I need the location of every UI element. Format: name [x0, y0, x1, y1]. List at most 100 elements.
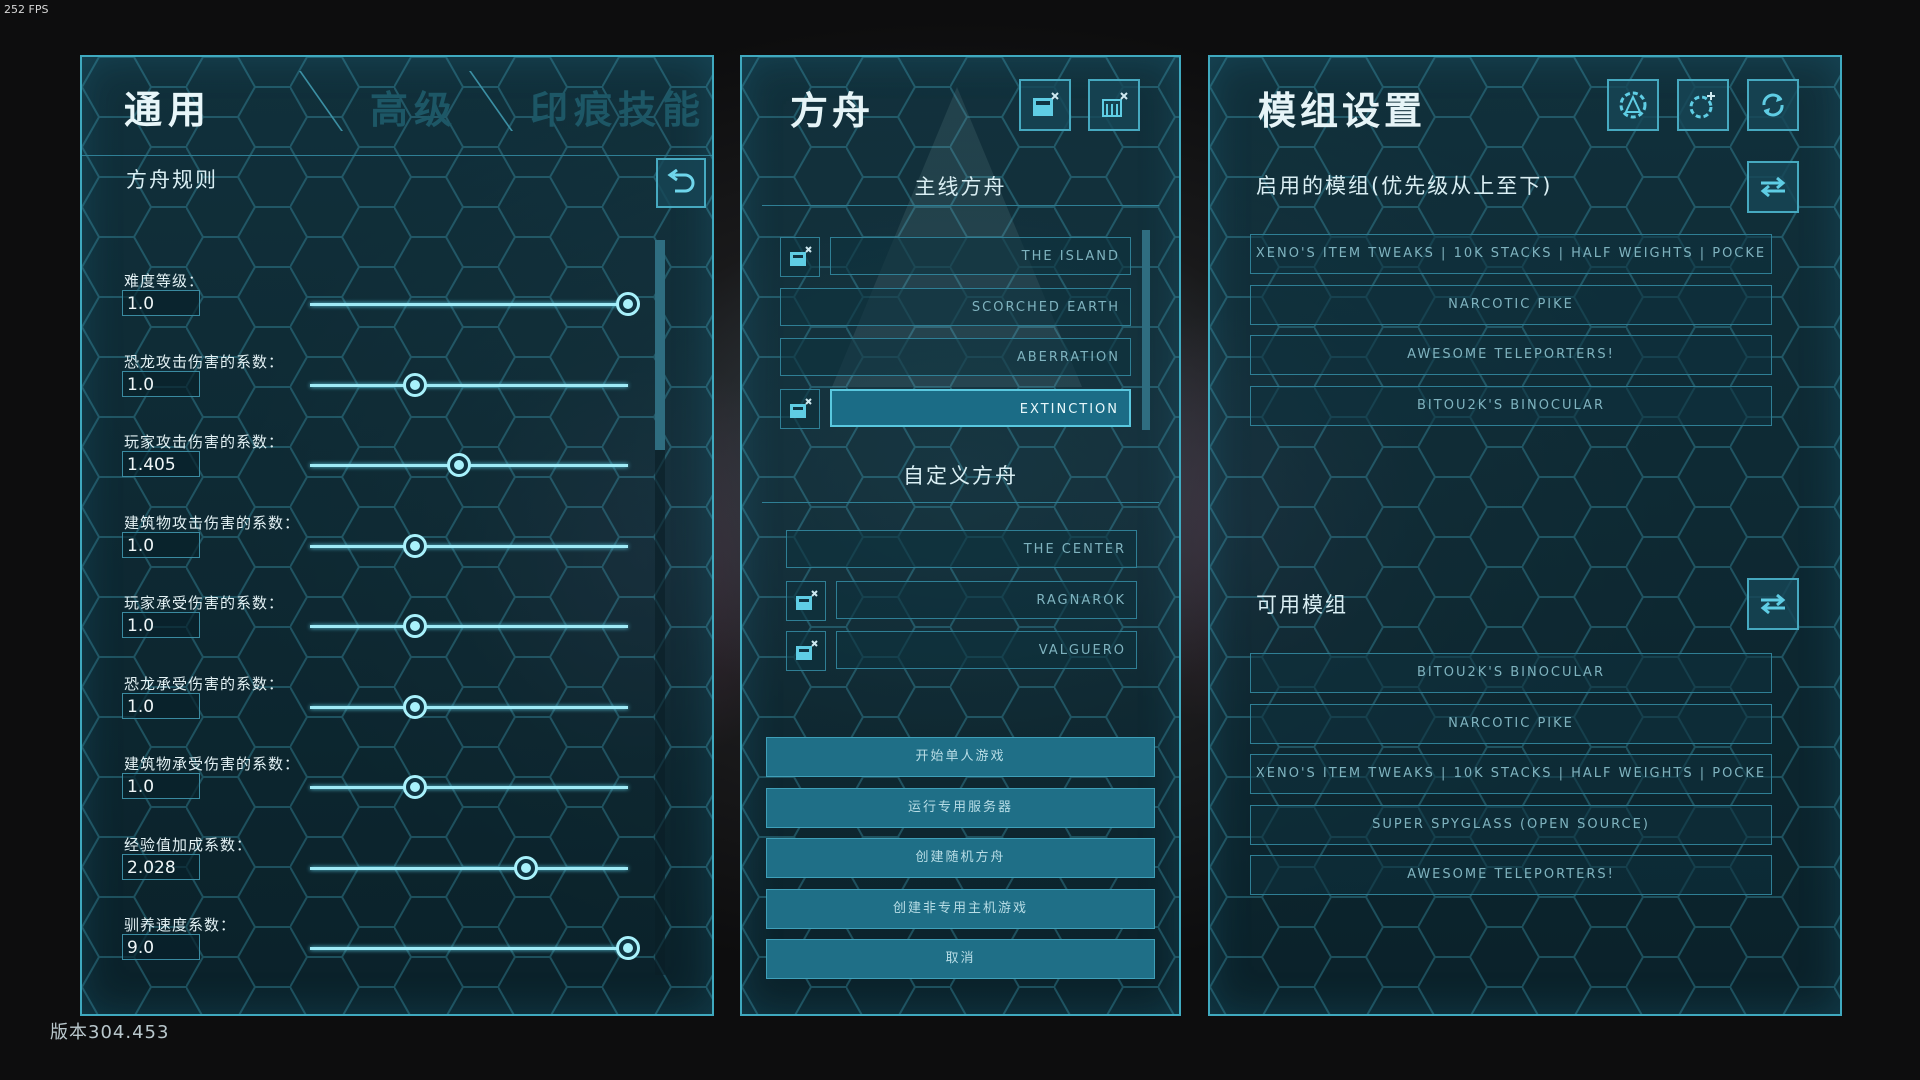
map-save-icon-button[interactable]	[780, 388, 820, 429]
slider-handle[interactable]	[402, 372, 427, 397]
available-mod-item[interactable]: NARCOTIC PIKE	[1250, 703, 1772, 744]
available-mod-item[interactable]: BITOU2K'S BINOCULAR	[1250, 653, 1772, 693]
tab-general[interactable]: 通用	[124, 79, 212, 134]
setting-value-input[interactable]: 1.0	[122, 773, 200, 799]
setting-label: 恐龙攻击伤害的系数：	[124, 352, 285, 371]
slider-handle[interactable]	[402, 775, 427, 799]
create-random-ark-button[interactable]: 创建随机方舟	[766, 838, 1155, 878]
host-non-dedicated-button[interactable]: 创建非专用主机游戏	[766, 888, 1155, 929]
custom-map-button[interactable]: VALGUERO	[836, 631, 1137, 669]
setting-value-input[interactable]: 1.0	[122, 612, 200, 638]
section-title-ark-rules: 方舟规则	[126, 168, 218, 192]
setting-row: 玩家攻击伤害的系数： 1.405	[122, 431, 682, 511]
cancel-button[interactable]: 取消	[766, 939, 1155, 979]
enabled-mod-item[interactable]: BITOU2K'S BINOCULAR	[1250, 385, 1772, 426]
ark-gear-icon	[1619, 91, 1647, 119]
setting-row: 建筑物攻击伤害的系数： 1.0	[122, 512, 682, 592]
setting-row: 恐龙承受伤害的系数： 1.0	[122, 673, 682, 753]
run-dedicated-server-button[interactable]: 运行专用服务器	[766, 787, 1155, 828]
slider-handle[interactable]	[616, 292, 640, 316]
setting-label: 玩家承受伤害的系数：	[124, 594, 285, 612]
save-file-icon	[796, 640, 818, 660]
setting-label: 难度等级：	[124, 272, 205, 290]
general-settings-panel: 通用 高级 印痕技能 方舟规则 难度等级： 1.0 恐龙攻击伤害的系数： 1.0 玩家攻…	[80, 55, 714, 1016]
setting-row: 难度等级： 1.0	[122, 270, 682, 350]
slider-track[interactable]	[310, 383, 628, 387]
server-settings-button[interactable]	[1088, 79, 1140, 131]
load-map-button[interactable]	[1019, 79, 1071, 131]
slider-track[interactable]	[310, 786, 628, 789]
map-button[interactable]: SCORCHED EARTH	[780, 287, 1131, 326]
map-button[interactable]: EXTINCTION	[830, 388, 1131, 427]
section-divider	[762, 205, 1159, 206]
save-file-icon	[1033, 92, 1059, 116]
undo-icon	[667, 169, 695, 193]
slider-handle[interactable]	[402, 614, 427, 638]
available-mod-item[interactable]: AWESOME TELEPORTERS!	[1250, 855, 1772, 895]
setting-label: 玩家攻击伤害的系数：	[124, 433, 285, 451]
map-button[interactable]: ABERRATION	[780, 338, 1131, 376]
slider-track[interactable]	[310, 544, 628, 548]
setting-label: 经验值加成系数：	[124, 835, 253, 854]
section-divider	[762, 502, 1159, 503]
save-file-icon	[796, 589, 818, 610]
slider-track[interactable]	[310, 866, 628, 870]
refresh-icon	[1762, 93, 1784, 117]
enabled-mod-item[interactable]: XENO'S ITEM TWEAKS | 10K STACKS | HALF W…	[1250, 234, 1772, 274]
setting-value-input[interactable]: 1.0	[122, 290, 200, 316]
setting-row: 经验值加成系数： 2.028	[122, 834, 682, 914]
start-single-player-button[interactable]: 开始单人游戏	[766, 737, 1155, 777]
setting-value-input[interactable]: 1.0	[122, 531, 200, 558]
slider-handle[interactable]	[402, 694, 427, 719]
settings-scrollbar[interactable]	[655, 240, 665, 975]
map-save-icon-button[interactable]	[786, 631, 826, 671]
refresh-mods-button[interactable]	[1747, 79, 1799, 131]
add-mod-button[interactable]	[1677, 79, 1729, 131]
setting-value-input[interactable]: 2.028	[122, 853, 200, 880]
move-mod-button[interactable]	[1747, 578, 1799, 630]
slider-handle[interactable]	[447, 453, 472, 477]
setting-value-input[interactable]: 1.0	[122, 692, 200, 719]
enabled-mod-item[interactable]: NARCOTIC PIKE	[1250, 284, 1772, 325]
section-title-available-mods: 可用模组	[1256, 593, 1348, 617]
setting-value-input[interactable]: 1.0	[122, 370, 200, 397]
swap-arrows-icon	[1760, 176, 1786, 198]
slider-handle[interactable]	[402, 533, 427, 558]
map-save-icon-button[interactable]	[780, 237, 820, 277]
map-button[interactable]: THE ISLAND	[830, 237, 1131, 275]
swap-arrows-icon	[1760, 593, 1786, 615]
panel-title-ark: 方舟	[790, 89, 875, 133]
slider-track[interactable]	[310, 947, 628, 950]
slider-track[interactable]	[310, 625, 628, 628]
setting-row: 建筑物承受伤害的系数： 1.0	[122, 753, 682, 833]
section-title-enabled-mods: 启用的模组(优先级从上至下)	[1256, 174, 1553, 198]
setting-value-input[interactable]: 9.0	[122, 934, 200, 960]
save-file-icon	[790, 397, 812, 418]
building-icon	[1102, 92, 1128, 117]
slider-handle[interactable]	[616, 936, 640, 960]
tab-engram-skills[interactable]: 印痕技能	[530, 79, 706, 134]
mod-info-button[interactable]	[1607, 79, 1659, 131]
setting-label: 恐龙承受伤害的系数：	[124, 674, 285, 693]
setting-row: 恐龙攻击伤害的系数： 1.0	[122, 351, 682, 431]
enabled-mod-item[interactable]: AWESOME TELEPORTERS!	[1250, 335, 1772, 375]
version-label: 版本304.453	[50, 1022, 170, 1043]
custom-map-button[interactable]: THE CENTER	[786, 530, 1137, 568]
slider-track[interactable]	[310, 303, 628, 306]
scrollbar-thumb[interactable]	[655, 240, 665, 450]
map-list-scrollbar[interactable]	[1142, 230, 1150, 430]
move-mod-button[interactable]	[1747, 161, 1799, 213]
section-title-custom-arks: 自定义方舟	[903, 464, 1018, 488]
fps-counter: 252 FPS	[4, 3, 49, 16]
available-mod-item[interactable]: XENO'S ITEM TWEAKS | 10K STACKS | HALF W…	[1250, 754, 1772, 794]
slider-track[interactable]	[310, 705, 628, 709]
setting-row: 驯养速度系数： 9.0	[122, 914, 682, 994]
available-mod-item[interactable]: SUPER SPYGLASS (OPEN SOURCE)	[1250, 804, 1772, 845]
section-title-main-arks: 主线方舟	[914, 175, 1007, 199]
custom-map-button[interactable]: RAGNAROK	[836, 580, 1137, 619]
reset-button[interactable]	[656, 158, 706, 208]
map-save-icon-button[interactable]	[786, 580, 826, 621]
slider-handle[interactable]	[514, 855, 539, 880]
setting-label: 建筑物承受伤害的系数：	[124, 755, 301, 773]
setting-value-input[interactable]: 1.405	[122, 451, 200, 477]
